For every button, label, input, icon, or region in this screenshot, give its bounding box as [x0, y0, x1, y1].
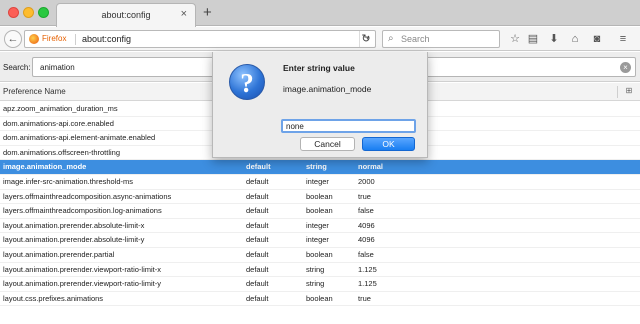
value-cell: 4096	[358, 235, 375, 245]
value-cell: normal	[358, 162, 384, 172]
status-cell: default	[246, 177, 269, 186]
navigation-toolbar: ← Firefox about:config ▾ ↻ ⌕ Search ☆ ▤ …	[0, 27, 640, 51]
table-row[interactable]: layout.animation.prerender.partial defaul…	[0, 248, 640, 263]
preference-name-cell: image.animation_mode	[3, 162, 87, 172]
value-cell: true	[358, 191, 371, 201]
value-cell: false	[358, 206, 374, 216]
dialog-title: Enter string value	[283, 63, 355, 73]
cancel-button[interactable]: Cancel	[300, 137, 355, 151]
filter-value: animation	[40, 63, 75, 72]
value-cell: false	[358, 250, 374, 259]
preference-name-cell: apz.zoom_animation_duration_ms	[3, 104, 118, 113]
tab-close-icon[interactable]: ×	[181, 8, 187, 20]
pocket-icon[interactable]: ◙	[590, 32, 604, 46]
preference-name-cell: layout.animation.prerender.viewport-rati…	[3, 279, 161, 289]
ok-button[interactable]: OK	[362, 137, 415, 151]
table-row[interactable]: image.infer-src-animation.threshold-ms de…	[0, 175, 640, 190]
table-row[interactable]: layers.offmainthreadcomposition.log-anim…	[0, 204, 640, 219]
type-cell: string	[306, 162, 327, 172]
column-divider	[617, 86, 618, 98]
preference-name-cell: layout.css.prefixes.animations	[3, 293, 104, 303]
value-cell: 1.125	[358, 279, 377, 289]
filter-label: Search:	[3, 63, 31, 72]
type-cell: boolean	[306, 250, 333, 259]
status-cell: default	[246, 250, 269, 259]
column-picker-icon[interactable]: ⊞	[624, 86, 634, 96]
preference-name-cell: layout.animation.prerender.viewport-rati…	[3, 264, 161, 274]
value-cell: 2000	[358, 177, 375, 186]
url-text[interactable]: about:config	[82, 34, 131, 44]
url-bar[interactable]: Firefox about:config ▾	[24, 30, 376, 48]
status-cell: default	[246, 220, 269, 230]
back-icon[interactable]: ←	[4, 30, 22, 48]
preference-name-cell: layout.animation.prerender.partial	[3, 250, 115, 259]
preference-name-cell: image.infer-src-animation.threshold-ms	[3, 177, 134, 186]
preference-name-cell: dom.animations-api.core.enabled	[3, 118, 114, 128]
table-row[interactable]: layers.offmainthreadcomposition.async-an…	[0, 190, 640, 205]
reading-list-icon[interactable]: ▤	[526, 32, 540, 46]
identity-label: Firefox	[42, 34, 67, 43]
preference-name-cell: layout.animation.prerender.absolute-limi…	[3, 235, 145, 245]
search-bar[interactable]: ⌕ Search	[382, 30, 500, 48]
preference-name-cell: layers.offmainthreadcomposition.log-anim…	[3, 206, 162, 216]
value-cell: 4096	[358, 220, 375, 230]
new-tab-icon[interactable]: +	[203, 4, 212, 21]
preference-name-cell: layers.offmainthreadcomposition.async-an…	[3, 191, 172, 201]
column-header-preference-name[interactable]: Preference Name	[3, 87, 66, 96]
status-cell: default	[246, 206, 269, 216]
preference-name-cell: dom.animations-api.element-animate.enabl…	[3, 133, 156, 143]
type-cell: string	[306, 279, 325, 289]
preference-name-cell: layout.animation.prerender.absolute-limi…	[3, 220, 145, 230]
tab-about-config[interactable]: about:config ×	[56, 3, 196, 27]
table-row[interactable]: layout.css.prefixes.animations default boo…	[0, 292, 640, 307]
title-bar: about:config × +	[0, 0, 640, 27]
string-value-input[interactable]: none	[281, 119, 416, 133]
type-cell: boolean	[306, 191, 333, 201]
url-separator	[75, 34, 76, 45]
status-cell: default	[246, 162, 271, 172]
table-row[interactable]: layout.animation.prerender.absolute-limi…	[0, 219, 640, 234]
reload-icon[interactable]: ↻	[359, 30, 373, 48]
table-row[interactable]: layout.animation.prerender.viewport-rati…	[0, 263, 640, 278]
type-cell: string	[306, 264, 325, 274]
menu-icon[interactable]: ≡	[616, 32, 630, 46]
search-icon: ⌕	[388, 33, 394, 44]
question-icon: ?	[229, 64, 265, 100]
close-window-button[interactable]	[8, 7, 19, 18]
table-row[interactable]: layout.animation.prerender.viewport-rati…	[0, 277, 640, 292]
minimize-window-button[interactable]	[23, 7, 34, 18]
home-icon[interactable]: ⌂	[568, 32, 582, 46]
value-cell: 1.125	[358, 264, 377, 274]
download-icon[interactable]: ⬇	[547, 32, 561, 46]
bookmark-star-icon[interactable]: ☆	[508, 32, 522, 46]
type-cell: integer	[306, 220, 329, 230]
status-cell: default	[246, 293, 269, 303]
clear-filter-icon[interactable]: ×	[620, 62, 631, 73]
type-cell: boolean	[306, 293, 333, 303]
status-cell: default	[246, 235, 269, 245]
type-cell: boolean	[306, 206, 333, 216]
firefox-icon	[29, 34, 39, 44]
type-cell: integer	[306, 177, 329, 186]
enter-string-dialog: ? Enter string value image.animation_mod…	[212, 52, 428, 158]
type-cell: integer	[306, 235, 329, 245]
table-row[interactable]: image.animation_mode default string normal	[0, 160, 640, 175]
status-cell: default	[246, 279, 269, 289]
string-value-text: none	[286, 122, 304, 131]
status-cell: default	[246, 264, 269, 274]
search-placeholder: Search	[401, 34, 430, 44]
status-cell: default	[246, 191, 269, 201]
tab-title: about:config	[101, 10, 151, 20]
value-cell: true	[358, 293, 371, 303]
preference-name-cell: dom.animations.offscreen-throttling	[3, 147, 121, 157]
dialog-message: image.animation_mode	[283, 84, 372, 94]
zoom-window-button[interactable]	[38, 7, 49, 18]
table-row[interactable]: layout.animation.prerender.absolute-limi…	[0, 233, 640, 248]
